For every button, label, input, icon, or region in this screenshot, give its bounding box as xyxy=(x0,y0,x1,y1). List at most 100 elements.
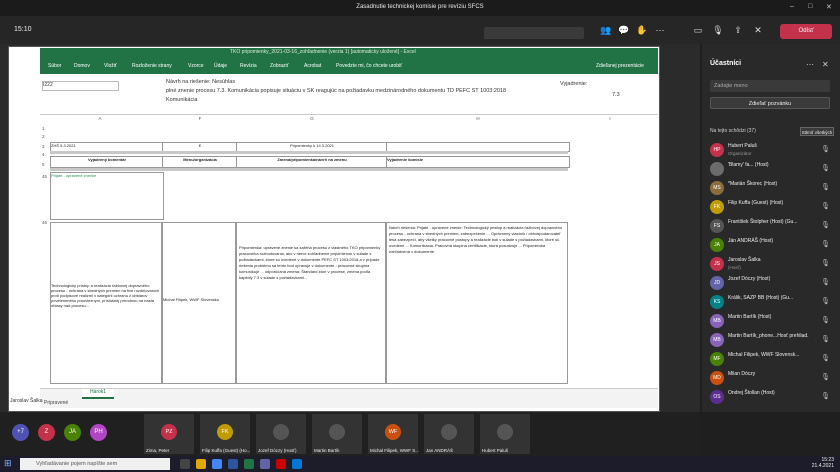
right-comment-cell[interactable]: Návrh riešenia: Prijaté - upravené zneni… xyxy=(386,222,568,384)
mic-muted-icon[interactable]: 🎙 xyxy=(821,145,830,153)
mic-muted-icon[interactable]: 🎙 xyxy=(821,183,830,191)
mic-muted-icon[interactable]: 🎙 xyxy=(821,335,830,343)
taskbar-search-input[interactable]: Vyhľadávanie pojem napíšte sem xyxy=(20,458,170,470)
minimize-button[interactable]: – xyxy=(790,3,794,10)
outlook-icon[interactable] xyxy=(292,459,302,469)
ribbon-tab-acrobat[interactable]: Acrobat xyxy=(304,63,321,69)
name-box[interactable]: I222 xyxy=(42,81,119,91)
accepted-cell[interactable]: Prijaté - upravené zneniie xyxy=(50,172,164,220)
mic-muted-icon[interactable]: 🎙 xyxy=(821,297,830,305)
close-window-button[interactable]: ✕ xyxy=(826,3,832,11)
ribbon-tab-formulas[interactable]: Vzorce xyxy=(188,63,204,69)
participant-row[interactable]: JS Jaroslav Šalka (Hosť) 🎙 xyxy=(706,254,836,274)
video-tile[interactable]: Jozef Dóczy (Hosť) xyxy=(256,414,306,454)
ribbon-tab-file[interactable]: Súbor xyxy=(48,63,61,69)
video-tile[interactable]: FK Filip Kuffa (Guest) (Ho... xyxy=(200,414,250,454)
participant-search-input[interactable]: Zadajte meno xyxy=(710,80,830,92)
mic-muted-icon[interactable]: 🎙 xyxy=(821,240,830,248)
chat-icon[interactable]: 💬 xyxy=(616,25,632,36)
ribbon-tab-home[interactable]: Domov xyxy=(74,63,90,69)
participant-row[interactable]: MB Martin Bartík_phone...Hosť prehliad. 🎙 xyxy=(706,330,836,350)
participant-row[interactable]: MD Milan Dóczy 🎙 xyxy=(706,368,836,388)
gallery-avatar[interactable]: +7 xyxy=(12,424,29,441)
chrome-icon[interactable] xyxy=(212,459,222,469)
header-org[interactable]: Menu/organizácia xyxy=(162,156,238,168)
gallery-avatar[interactable]: JA xyxy=(64,424,81,441)
ribbon-tab-review[interactable]: Revízia xyxy=(240,63,257,69)
participant-row[interactable]: MF Michal Filipek, WWF Slovensk... 🎙 xyxy=(706,349,836,369)
participants-section-label[interactable]: Na tejto schôdzi (37) xyxy=(710,128,756,134)
windows-start-icon[interactable]: ⊞ xyxy=(4,458,12,469)
acrobat-icon[interactable] xyxy=(276,459,286,469)
close-panel-icon[interactable]: ✕ xyxy=(822,60,829,69)
participant-name: Martin Bartík_phone...Hosť prehliad. xyxy=(728,333,809,339)
tell-me-search[interactable]: Povedzte mi, čo chcete urobiť xyxy=(336,63,402,69)
excel-share-button[interactable]: Zdieľanej prezentácie xyxy=(596,63,644,69)
tile-avatar: WF xyxy=(385,424,401,440)
participants-icon[interactable]: 👥 xyxy=(598,25,614,36)
ribbon-tab-view[interactable]: Zobraziť xyxy=(270,63,289,69)
more-icon[interactable]: ⋯ xyxy=(652,25,668,36)
middle-comment-cell[interactable]: Pripomienka: upravené znenie sa zahŕňa p… xyxy=(236,222,386,384)
col-header-h[interactable]: H xyxy=(388,116,568,124)
participant-row[interactable]: 'Blamy' fa... (Host) 🎙 xyxy=(706,159,836,179)
mute-all-button[interactable]: Stlmiť všetkých xyxy=(800,127,834,136)
mic-muted-icon[interactable]: 🎙 xyxy=(821,354,830,362)
task-view-icon[interactable] xyxy=(180,459,190,469)
video-tile[interactable]: Martin Bartík xyxy=(312,414,362,454)
gallery-avatar[interactable]: PH xyxy=(90,424,107,441)
participant-row[interactable]: MB Martin Bartík (Host) 🎙 xyxy=(706,311,836,331)
video-tile[interactable]: WF Michal Filipek, WWF S... xyxy=(368,414,419,454)
more-options-icon[interactable]: ⋯ xyxy=(806,60,814,69)
mic-muted-icon[interactable]: 🎙 xyxy=(821,164,830,172)
participant-row[interactable]: OS Ondrej Štollan (Host) 🎙 xyxy=(706,387,836,407)
gallery-avatar[interactable]: Z xyxy=(38,424,55,441)
col-header-g[interactable]: G xyxy=(237,116,387,124)
raise-hand-icon[interactable]: ✋ xyxy=(634,25,650,36)
excel-icon[interactable] xyxy=(244,459,254,469)
share-tray-icon[interactable]: ⇪ xyxy=(730,25,746,36)
mic-muted-icon[interactable]: 🎙 xyxy=(821,278,830,286)
stop-share-icon[interactable]: ✕ xyxy=(750,25,766,36)
left-comment-cell[interactable]: Technologický prístup a realizácia ťažbo… xyxy=(50,222,162,384)
maximize-button[interactable]: □ xyxy=(808,3,812,10)
col-header-a[interactable]: A xyxy=(80,116,120,124)
participant-row[interactable]: JA Ján ANDRÁŠ (Host) 🎙 xyxy=(706,235,836,255)
participant-row[interactable]: MS *Marián Škorec (Host) 🎙 xyxy=(706,178,836,198)
camera-icon[interactable]: ▭ xyxy=(690,25,706,36)
leave-meeting-button[interactable]: Odísť xyxy=(780,24,832,39)
video-tile[interactable]: PZ Zima, Peter xyxy=(144,414,194,454)
mic-muted-icon[interactable]: 🎙 xyxy=(821,221,830,229)
header-zmena[interactable]: Zmena/pripomienka/návrh na zmenu xyxy=(236,156,388,168)
col-header-f[interactable]: F xyxy=(165,116,235,124)
stop-presenting-button[interactable] xyxy=(484,27,584,39)
mic-muted-icon[interactable]: 🎙 xyxy=(821,316,830,324)
mic-muted-icon[interactable]: 🎙 xyxy=(821,392,830,400)
ribbon-tab-data[interactable]: Údaje xyxy=(214,63,227,69)
mic-muted-icon[interactable]: 🎙 xyxy=(821,373,830,381)
ribbon-tab-insert[interactable]: Vložiť xyxy=(104,63,117,69)
mic-icon[interactable]: 🎙 xyxy=(710,25,726,36)
word-icon[interactable] xyxy=(228,459,238,469)
mic-muted-icon[interactable]: 🎙 xyxy=(821,202,830,210)
participant-row[interactable]: FK Filip Kuffa (Guest) (Host) 🎙 xyxy=(706,197,836,217)
file-explorer-icon[interactable] xyxy=(196,459,206,469)
teams-icon[interactable] xyxy=(260,459,270,469)
tile-avatar xyxy=(497,424,513,440)
header-vyjadrenie[interactable]: Vyjadrenie komisie xyxy=(386,156,570,168)
video-tile[interactable]: Jan ANDRÁŠ xyxy=(424,414,474,454)
participant-row[interactable]: FS František Štolpher (Host) (Gu... 🎙 xyxy=(706,216,836,236)
status-ready: Pripravené xyxy=(44,400,69,406)
col-header-i[interactable]: I xyxy=(570,116,650,124)
mic-muted-icon[interactable]: 🎙 xyxy=(821,259,830,267)
sheet-tab-harok1[interactable]: Hárok1 xyxy=(82,389,114,399)
participant-row[interactable]: HP Hubert Paluš Organizátor 🎙 xyxy=(706,140,836,160)
participant-row[interactable]: KS Králik, SAZP BB (Host) (Gu... 🎙 xyxy=(706,292,836,312)
row-number: 3 xyxy=(42,144,45,149)
ribbon-tab-layout[interactable]: Rozloženie strany xyxy=(132,63,172,69)
organization-cell[interactable]: Michal Filipek, WWF Slovensko xyxy=(162,222,236,384)
share-invite-button[interactable]: Zdieľať pozvánku xyxy=(710,97,830,109)
header-typ[interactable]: Vyjadrený komentár xyxy=(50,156,164,168)
participant-row[interactable]: JD Jozef Dóczy (Host) 🎙 xyxy=(706,273,836,293)
video-tile[interactable]: Hubert Paluš xyxy=(480,414,530,454)
